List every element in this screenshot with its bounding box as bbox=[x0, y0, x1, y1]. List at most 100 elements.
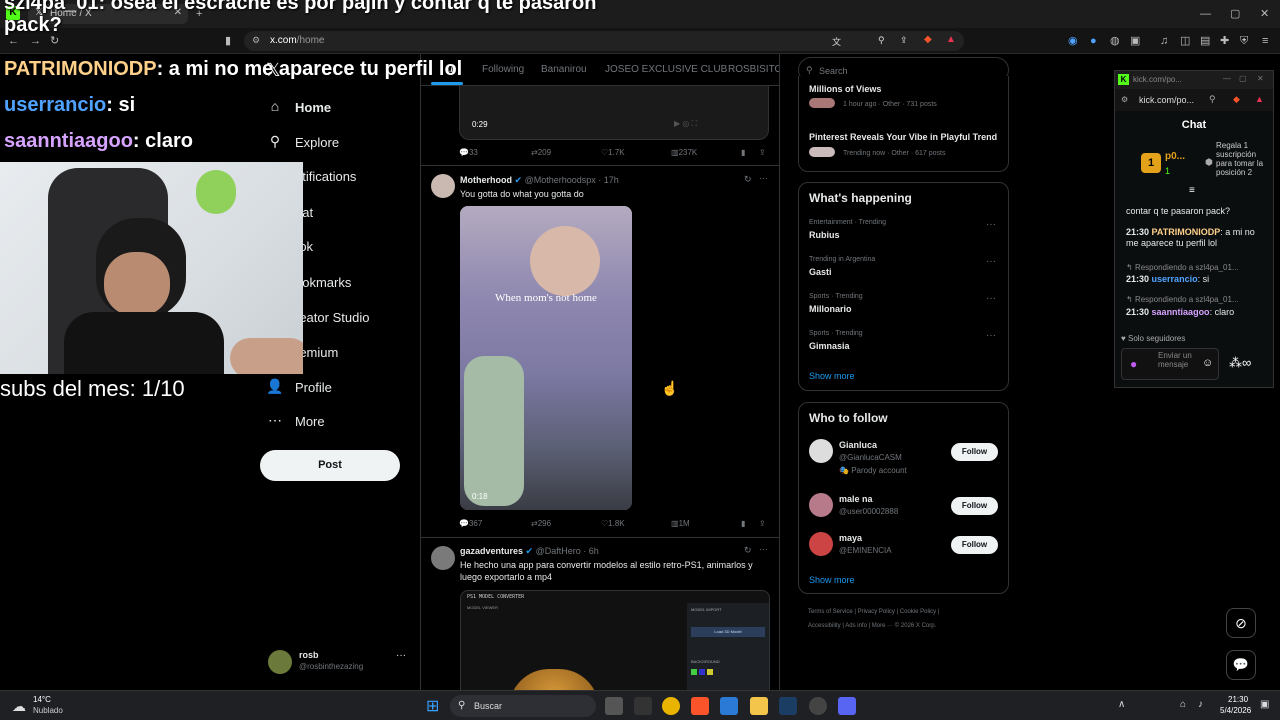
discord-icon[interactable] bbox=[838, 697, 856, 715]
repost-button[interactable]: ⇄ 296 bbox=[531, 519, 551, 528]
close-window-icon[interactable]: ✕ bbox=[1260, 8, 1269, 20]
store-icon[interactable] bbox=[720, 697, 738, 715]
popup-url[interactable]: kick.com/po... bbox=[1139, 95, 1194, 105]
gift-sub-prompt[interactable]: Regala 1 suscripción para tomar la posic… bbox=[1216, 141, 1272, 187]
trend-title[interactable]: Millions of Views bbox=[809, 84, 881, 94]
trend-title[interactable]: Pinterest Reveals Your Vibe in Playful T… bbox=[809, 132, 997, 142]
trend-name[interactable]: Gasti bbox=[809, 267, 832, 277]
extensions-icon[interactable]: ✚ bbox=[1220, 35, 1229, 47]
obs-icon[interactable] bbox=[809, 697, 827, 715]
file-explorer-icon[interactable] bbox=[750, 697, 768, 715]
more-options-icon[interactable]: ··· bbox=[986, 293, 996, 304]
video-player[interactable]: 0:29 ▶ ◎ ⛶ bbox=[459, 86, 769, 140]
avatar[interactable] bbox=[809, 532, 833, 556]
chrome-icon[interactable] bbox=[662, 697, 680, 715]
close-window-icon[interactable]: ✕ bbox=[1257, 74, 1264, 83]
more-options-icon[interactable]: ··· bbox=[759, 544, 768, 554]
pinned-icon[interactable]: ≡ bbox=[1189, 185, 1195, 196]
windows-start-icon[interactable]: ⊞ bbox=[426, 696, 439, 716]
bookmark-button[interactable]: ▮ bbox=[741, 148, 745, 157]
epic-games-icon[interactable] bbox=[634, 697, 652, 715]
swatch-green[interactable] bbox=[691, 669, 697, 675]
more-options-icon[interactable]: ··· bbox=[396, 650, 406, 661]
brave-shield-icon[interactable]: ◆ bbox=[1233, 94, 1240, 105]
zoom-icon[interactable]: ⚲ bbox=[878, 35, 885, 46]
avatar[interactable] bbox=[809, 493, 833, 517]
microphone-icon[interactable]: ● bbox=[1130, 357, 1137, 371]
more-options-icon[interactable]: ··· bbox=[759, 173, 768, 183]
trend-name[interactable]: Rubius bbox=[809, 230, 840, 240]
more-options-icon[interactable]: ··· bbox=[986, 330, 996, 341]
tweet-author[interactable]: Motherhood ✔ @Motherhoodspx · 17h bbox=[460, 175, 619, 186]
audio-icon[interactable]: ◉ bbox=[1068, 35, 1078, 47]
follow-button[interactable]: Follow bbox=[951, 497, 998, 515]
views-button[interactable]: ▥ 1M bbox=[671, 519, 690, 528]
views-button[interactable]: ▥ 237K bbox=[671, 148, 697, 157]
extension-icon[interactable]: ● bbox=[1090, 35, 1097, 47]
brave-icon[interactable] bbox=[691, 697, 709, 715]
avatar[interactable] bbox=[809, 439, 833, 463]
tab-following[interactable]: Following bbox=[482, 64, 524, 75]
minimize-icon[interactable]: — bbox=[1223, 74, 1231, 83]
account-switcher[interactable]: rosb @rosbinthezazing ··· bbox=[268, 648, 413, 678]
share-button[interactable]: ⇪ bbox=[759, 519, 766, 528]
tweet-author[interactable]: gazadventures ✔ @DaftHero · 6h bbox=[460, 546, 599, 557]
extension3-icon[interactable]: ▣ bbox=[1130, 35, 1140, 47]
notification-icon[interactable]: ▣ bbox=[1260, 699, 1269, 710]
tray-network-icon[interactable]: ⌂ bbox=[1180, 699, 1186, 710]
gift-icon[interactable]: ⬢ bbox=[1205, 157, 1213, 168]
footer-links[interactable]: Accessibility | Ads info | More ··· © 20… bbox=[808, 623, 936, 629]
emote-icon[interactable]: ☺ bbox=[1202, 357, 1213, 369]
translate-icon[interactable]: 文 bbox=[832, 35, 841, 48]
user-name[interactable]: male na bbox=[839, 494, 873, 504]
music-icon[interactable]: ♫ bbox=[1160, 35, 1168, 47]
trend-name[interactable]: Gimnasia bbox=[809, 341, 850, 351]
load-model-button[interactable]: Load 3D Model bbox=[691, 627, 765, 637]
swatch-yellow[interactable] bbox=[707, 669, 713, 675]
clock-time[interactable]: 21:30 bbox=[1228, 695, 1248, 704]
user-name[interactable]: Gianluca bbox=[839, 440, 877, 450]
like-button[interactable]: ♡ 1.8K bbox=[601, 519, 625, 528]
show-more-link[interactable]: Show more bbox=[809, 371, 855, 381]
chat-input[interactable]: ● Enviar un mensaje ☺ bbox=[1121, 348, 1219, 380]
more-options-icon[interactable]: ··· bbox=[986, 256, 996, 267]
brave-rewards-icon[interactable]: ▲ bbox=[1255, 94, 1264, 104]
tab-joseo[interactable]: JOSEO EXCLUSIVE CLUB bbox=[605, 64, 727, 75]
tab-rosbisitos[interactable]: ROSBISITOS bbox=[728, 64, 779, 75]
chat-settings-icon[interactable]: ⁂∞ bbox=[1229, 355, 1251, 371]
repost-button[interactable]: ⇄ 209 bbox=[531, 148, 551, 157]
grok-icon[interactable]: ↻ bbox=[744, 174, 752, 185]
vpn-icon[interactable]: ⛨ bbox=[1240, 35, 1248, 47]
tray-chevron-icon[interactable]: ∧ bbox=[1118, 699, 1125, 710]
show-more-link[interactable]: Show more bbox=[809, 575, 855, 585]
site-info-icon[interactable]: ⚙ bbox=[1121, 95, 1128, 104]
taskbar-search[interactable]: ⚲ Buscar bbox=[450, 695, 596, 717]
reply-button[interactable]: 💬 367 bbox=[459, 519, 482, 528]
chat-user[interactable]: PATRIMONIODP bbox=[1152, 227, 1221, 237]
chat-user[interactable]: userrancio bbox=[1152, 274, 1198, 284]
x-logo-icon[interactable]: 𝕏 bbox=[266, 60, 281, 81]
tweet-video[interactable]: When mom's not home 0:18 bbox=[460, 206, 632, 510]
tray-volume-icon[interactable]: ♪ bbox=[1198, 699, 1203, 710]
more-options-icon[interactable]: ··· bbox=[986, 219, 996, 230]
clock-date[interactable]: 5/4/2026 bbox=[1220, 706, 1251, 715]
like-button[interactable]: ♡ 1.7K bbox=[601, 148, 625, 157]
wallet-icon[interactable]: ▤ bbox=[1200, 35, 1210, 47]
follow-button[interactable]: Follow bbox=[951, 443, 998, 461]
weather-icon[interactable]: ☁ bbox=[12, 698, 26, 715]
bookmark-button[interactable]: ▮ bbox=[741, 519, 745, 528]
minimize-icon[interactable]: — bbox=[1200, 8, 1211, 20]
avatar[interactable] bbox=[431, 174, 455, 198]
messages-button[interactable]: 💬 bbox=[1226, 650, 1256, 680]
menu-icon[interactable]: ≡ bbox=[1262, 35, 1268, 47]
avatar[interactable] bbox=[431, 546, 455, 570]
maximize-icon[interactable]: ▢ bbox=[1230, 8, 1240, 20]
maximize-icon[interactable]: ▢ bbox=[1239, 74, 1247, 83]
tab-bananirou[interactable]: Bananirou bbox=[541, 64, 587, 75]
grok-icon[interactable]: ↻ bbox=[744, 545, 752, 556]
footer-links[interactable]: Terms of Service | Privacy Policy | Cook… bbox=[808, 609, 939, 615]
follow-button[interactable]: Follow bbox=[951, 536, 998, 554]
brave-rewards-icon[interactable]: ▲ bbox=[946, 34, 956, 45]
chat-user[interactable]: saanntiaagoo bbox=[1152, 307, 1210, 317]
top-gifter-name[interactable]: p0... bbox=[1165, 151, 1185, 162]
